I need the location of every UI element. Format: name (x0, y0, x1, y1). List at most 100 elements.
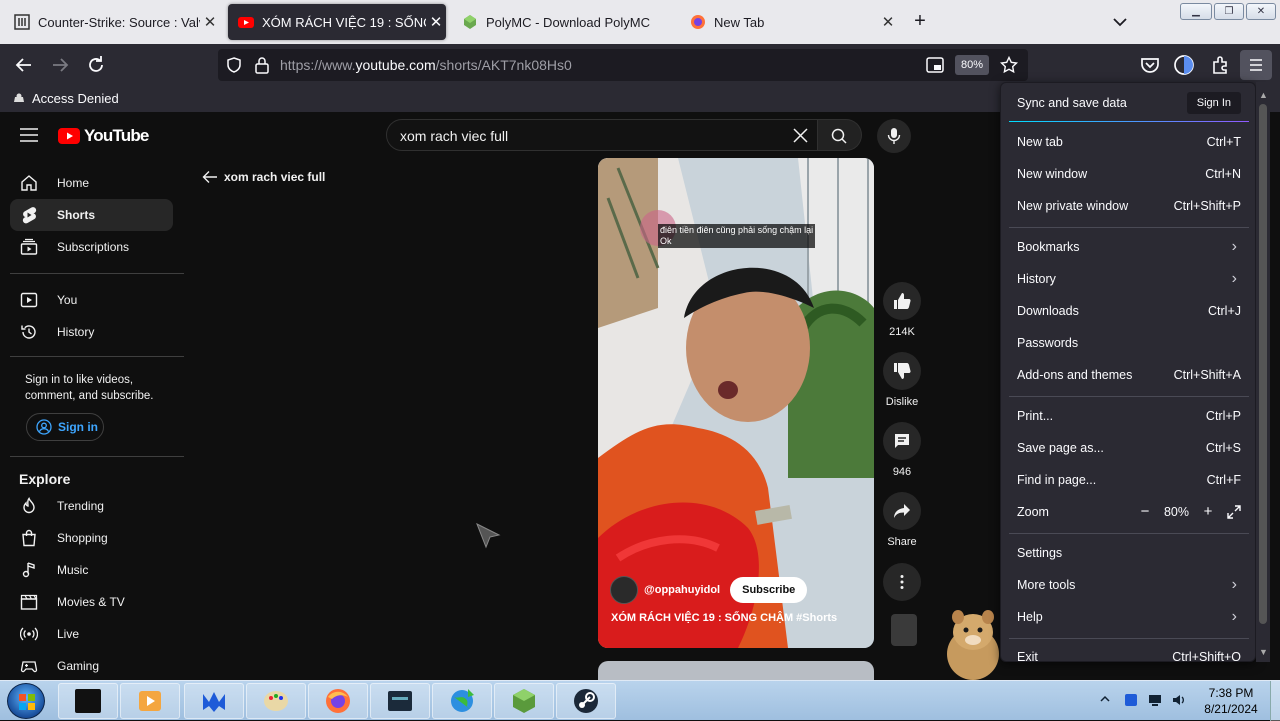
dislike-button[interactable] (883, 352, 921, 390)
taskbar-app-paint[interactable] (246, 683, 306, 719)
tab-counter-strike[interactable]: Counter-Strike: Source : Valve : Free Do… (4, 4, 220, 40)
scroll-down-icon[interactable]: ▼ (1259, 647, 1268, 659)
picture-in-picture-icon[interactable] (926, 57, 944, 73)
more-actions[interactable] (880, 563, 924, 601)
menu-exit[interactable]: Exit Ctrl+Shift+Q (1017, 643, 1241, 661)
short-video-player[interactable]: điên tiền điên cũng phải sống chậm lại O… (598, 158, 874, 648)
share-action[interactable]: Share (880, 492, 924, 548)
tab-polymc[interactable]: PolyMC - Download PolyMC (452, 4, 672, 40)
taskbar-app-malwarebytes[interactable] (184, 683, 244, 719)
sync-sign-in-button[interactable]: Sign In (1186, 92, 1241, 114)
sidebar-item-trending[interactable]: Trending (10, 490, 173, 522)
sign-in-button[interactable]: Sign in (26, 413, 104, 441)
sidebar-item-history[interactable]: History (10, 316, 173, 348)
menu-new-window[interactable]: New window Ctrl+N (1017, 160, 1241, 188)
fullscreen-icon[interactable] (1227, 505, 1241, 519)
more-options-button[interactable] (883, 563, 921, 601)
taskbar-app-dark-window[interactable] (370, 683, 430, 719)
menu-passwords[interactable]: Passwords (1017, 329, 1241, 357)
menu-settings[interactable]: Settings (1017, 539, 1241, 567)
lock-icon[interactable] (254, 56, 270, 74)
tab-new-tab[interactable]: New Tab ✕ (680, 4, 898, 40)
close-tab-icon[interactable]: ✕ (878, 13, 898, 31)
like-button[interactable] (883, 282, 921, 320)
zoom-indicator[interactable]: 80% (955, 55, 989, 75)
shield-icon[interactable] (226, 57, 242, 73)
extensions-icon[interactable] (1208, 53, 1232, 77)
taskbar-app-globe[interactable] (432, 683, 492, 719)
menu-new-tab[interactable]: New tab Ctrl+T (1017, 128, 1241, 156)
menu-print[interactable]: Print... Ctrl+P (1017, 402, 1241, 430)
subscribe-button[interactable]: Subscribe (730, 577, 808, 603)
close-tab-icon[interactable]: ✕ (200, 13, 220, 31)
menu-addons[interactable]: Add-ons and themes Ctrl+Shift+A (1017, 361, 1241, 389)
menu-more-tools[interactable]: More tools › (1017, 571, 1241, 599)
start-button[interactable] (7, 683, 45, 719)
taskbar-app-media[interactable] (120, 683, 180, 719)
sidebar-item-live[interactable]: Live (10, 618, 173, 650)
reload-icon[interactable] (84, 53, 108, 77)
menu-scrollbar[interactable]: ▲ ▼ (1256, 82, 1270, 662)
voice-search-button[interactable] (877, 119, 911, 153)
comments-button[interactable] (883, 422, 921, 460)
zoom-out-button[interactable]: − (1136, 503, 1154, 521)
system-clock[interactable]: 7:38 PM 8/21/2024 (1196, 685, 1266, 717)
sidebar-item-shopping[interactable]: Shopping (10, 522, 173, 554)
sidebar-item-shorts[interactable]: Shorts (10, 199, 173, 231)
url-bar[interactable]: https://www.youtube.com/shorts/AKT7nk08H… (218, 49, 1028, 81)
guide-menu-icon[interactable] (20, 128, 38, 142)
share-button[interactable] (883, 492, 921, 530)
next-short-preview[interactable] (598, 661, 874, 680)
tab-youtube-short[interactable]: XÓM RÁCH VIỆC 19 : SỐNG CHẬM #Shorts ✕ (228, 4, 446, 40)
menu-help[interactable]: Help › (1017, 603, 1241, 631)
tray-app-icon[interactable] (1124, 693, 1138, 707)
zoom-reset-button[interactable]: 80% (1164, 505, 1189, 519)
forward-arrow-icon[interactable] (48, 53, 72, 77)
menu-sync-row[interactable]: Sync and save data Sign In (1017, 89, 1241, 117)
account-icon[interactable] (1172, 53, 1196, 77)
chevron-down-icon[interactable] (1110, 12, 1130, 32)
channel-avatar[interactable] (610, 576, 638, 604)
back-arrow-icon[interactable] (12, 53, 36, 77)
channel-name-link[interactable]: @oppahuyidol (644, 584, 720, 596)
menu-new-private-window[interactable]: New private window Ctrl+Shift+P (1017, 192, 1241, 220)
audio-thumbnail[interactable] (891, 614, 917, 646)
taskbar-app-polymc[interactable] (494, 683, 554, 719)
sidebar-item-gaming[interactable]: Gaming (10, 650, 173, 680)
sidebar-item-home[interactable]: Home (10, 167, 173, 199)
show-desktop-button[interactable] (1270, 681, 1280, 721)
menu-save-page[interactable]: Save page as... Ctrl+S (1017, 434, 1241, 462)
app-menu-button[interactable] (1240, 50, 1272, 80)
sidebar-item-subscriptions[interactable]: Subscriptions (10, 231, 173, 263)
close-tab-icon[interactable]: ✕ (426, 13, 446, 31)
sidebar-item-you[interactable]: You (10, 284, 173, 316)
close-window-button[interactable]: ✕ (1246, 3, 1276, 20)
search-button[interactable] (818, 119, 862, 151)
dislike-action[interactable]: Dislike (880, 352, 924, 408)
menu-history[interactable]: History › (1017, 265, 1241, 293)
search-input[interactable]: xom rach viec full (386, 119, 818, 151)
network-icon[interactable] (1148, 693, 1162, 707)
back-to-search-link[interactable]: xom rach viec full (202, 170, 325, 184)
scrollbar-thumb[interactable] (1259, 104, 1267, 624)
url-text[interactable]: https://www.youtube.com/shorts/AKT7nk08H… (280, 57, 572, 73)
zoom-in-button[interactable]: + (1199, 503, 1217, 521)
new-tab-button[interactable]: + (908, 10, 932, 33)
minimize-button[interactable]: ▁ (1180, 3, 1212, 20)
menu-find-in-page[interactable]: Find in page... Ctrl+F (1017, 466, 1241, 494)
scroll-up-icon[interactable]: ▲ (1259, 90, 1268, 102)
sidebar-item-music[interactable]: Music (10, 554, 173, 586)
volume-icon[interactable] (1172, 693, 1186, 707)
menu-bookmarks[interactable]: Bookmarks › (1017, 233, 1241, 261)
clear-search-icon[interactable] (793, 128, 808, 143)
comments-action[interactable]: 946 (880, 422, 924, 478)
youtube-logo[interactable]: YouTube (58, 126, 149, 146)
restore-button[interactable]: ❐ (1214, 3, 1244, 20)
taskbar-app-steam[interactable] (556, 683, 616, 719)
bookmark-access-denied[interactable]: Access Denied (12, 91, 119, 106)
pocket-icon[interactable] (1138, 53, 1162, 77)
menu-downloads[interactable]: Downloads Ctrl+J (1017, 297, 1241, 325)
star-icon[interactable] (1000, 56, 1018, 74)
taskbar-app-black-box[interactable] (58, 683, 118, 719)
taskbar-app-firefox[interactable] (308, 683, 368, 719)
